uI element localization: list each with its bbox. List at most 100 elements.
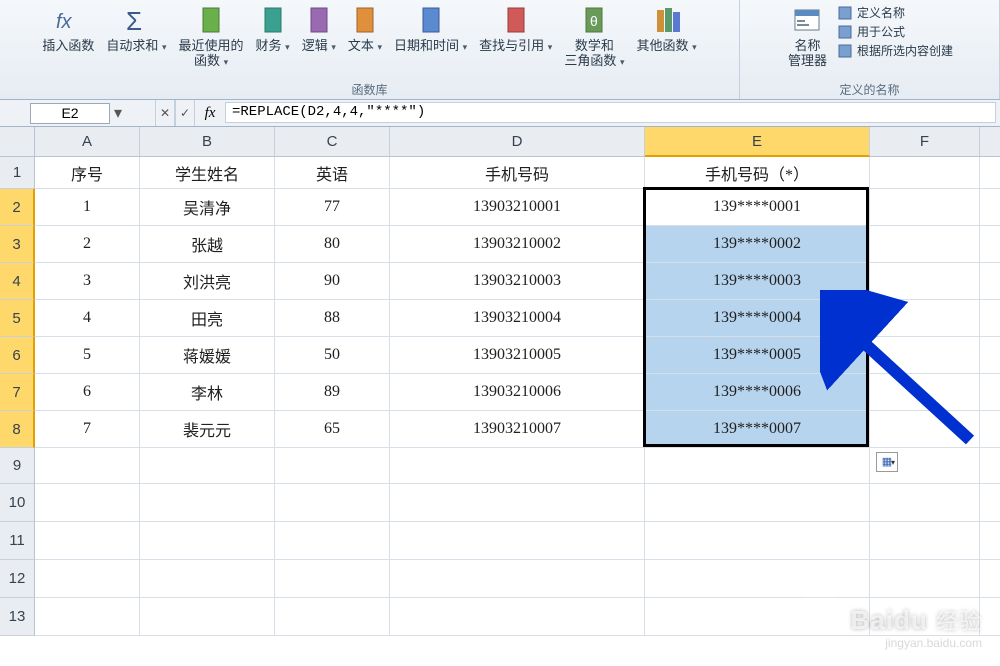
row-header-2[interactable]: 2	[0, 189, 35, 226]
recent-button[interactable]: 最近使用的 函数 ▾	[173, 2, 250, 81]
row-header-5[interactable]: 5	[0, 300, 35, 337]
cell-F2[interactable]	[870, 189, 980, 226]
cell-E4[interactable]: 139****0003	[645, 263, 870, 300]
cell-G9[interactable]	[980, 448, 1000, 484]
insert-fn-button[interactable]: fx插入函数	[36, 2, 100, 81]
create-from-sel-button[interactable]: 根据所选内容创建	[837, 42, 953, 59]
cell-C13[interactable]	[275, 598, 390, 636]
col-header-D[interactable]: D	[390, 127, 645, 157]
cell-B12[interactable]	[140, 560, 275, 598]
cell-B2[interactable]: 吴清净	[140, 189, 275, 226]
cell-E9[interactable]	[645, 448, 870, 484]
cell-B7[interactable]: 李林	[140, 374, 275, 411]
define-name-button[interactable]: 定义名称	[837, 4, 953, 21]
cell-A2[interactable]: 1	[35, 189, 140, 226]
name-manager-button[interactable]: 名称 管理器	[782, 2, 833, 81]
more-button[interactable]: 其他函数 ▾	[630, 2, 702, 81]
cell-G4[interactable]	[980, 263, 1000, 300]
select-all-corner[interactable]	[0, 127, 35, 157]
cell-E6[interactable]: 139****0005	[645, 337, 870, 374]
row-header-12[interactable]: 12	[0, 560, 35, 598]
cell-E10[interactable]	[645, 484, 870, 522]
cell-C2[interactable]: 77	[275, 189, 390, 226]
cell-C10[interactable]	[275, 484, 390, 522]
cell-G2[interactable]	[980, 189, 1000, 226]
cell-A12[interactable]	[35, 560, 140, 598]
cell-C12[interactable]	[275, 560, 390, 598]
cell-G7[interactable]	[980, 374, 1000, 411]
cell-A3[interactable]: 2	[35, 226, 140, 263]
row-header-4[interactable]: 4	[0, 263, 35, 300]
row-header-8[interactable]: 8	[0, 411, 35, 448]
cell-A10[interactable]	[35, 484, 140, 522]
cell-C1[interactable]: 英语	[275, 157, 390, 189]
cell-C9[interactable]	[275, 448, 390, 484]
cell-B8[interactable]: 裴元元	[140, 411, 275, 448]
cell-G8[interactable]	[980, 411, 1000, 448]
cell-B4[interactable]: 刘洪亮	[140, 263, 275, 300]
logical-button[interactable]: 逻辑 ▾	[296, 2, 342, 81]
cell-F4[interactable]	[870, 263, 980, 300]
cell-C7[interactable]: 89	[275, 374, 390, 411]
cell-A7[interactable]: 6	[35, 374, 140, 411]
row-header-1[interactable]: 1	[0, 157, 35, 189]
cell-F7[interactable]	[870, 374, 980, 411]
cell-E7[interactable]: 139****0006	[645, 374, 870, 411]
cell-B1[interactable]: 学生姓名	[140, 157, 275, 189]
row-header-9[interactable]: 9	[0, 448, 35, 484]
autofill-options-button[interactable]: ▦	[876, 452, 898, 472]
cell-F5[interactable]	[870, 300, 980, 337]
cell-B11[interactable]	[140, 522, 275, 560]
autosum-button[interactable]: Σ自动求和 ▾	[100, 2, 172, 81]
cell-C4[interactable]: 90	[275, 263, 390, 300]
cell-D7[interactable]: 13903210006	[390, 374, 645, 411]
cell-G1[interactable]	[980, 157, 1000, 189]
cell-A8[interactable]: 7	[35, 411, 140, 448]
cell-C6[interactable]: 50	[275, 337, 390, 374]
cell-E2[interactable]: 139****0001	[645, 189, 870, 226]
text-button[interactable]: 文本 ▾	[342, 2, 388, 81]
row-header-10[interactable]: 10	[0, 484, 35, 522]
enter-formula-button[interactable]: ✓	[175, 100, 195, 126]
cell-F3[interactable]	[870, 226, 980, 263]
cell-B5[interactable]: 田亮	[140, 300, 275, 337]
cell-E3[interactable]: 139****0002	[645, 226, 870, 263]
col-header-E[interactable]: E	[645, 127, 870, 157]
row-header-7[interactable]: 7	[0, 374, 35, 411]
cell-C5[interactable]: 88	[275, 300, 390, 337]
cell-A11[interactable]	[35, 522, 140, 560]
cell-F10[interactable]	[870, 484, 980, 522]
cell-D2[interactable]: 13903210001	[390, 189, 645, 226]
cell-D3[interactable]: 13903210002	[390, 226, 645, 263]
cell-D11[interactable]	[390, 522, 645, 560]
cell-E1[interactable]: 手机号码（*）	[645, 157, 870, 189]
row-header-6[interactable]: 6	[0, 337, 35, 374]
cell-F12[interactable]	[870, 560, 980, 598]
financial-button[interactable]: 财务 ▾	[250, 2, 296, 81]
cell-G11[interactable]	[980, 522, 1000, 560]
cell-E11[interactable]	[645, 522, 870, 560]
cell-F11[interactable]	[870, 522, 980, 560]
cell-D8[interactable]: 13903210007	[390, 411, 645, 448]
cell-B6[interactable]: 蒋媛媛	[140, 337, 275, 374]
cell-F6[interactable]	[870, 337, 980, 374]
cell-B13[interactable]	[140, 598, 275, 636]
cell-D1[interactable]: 手机号码	[390, 157, 645, 189]
formula-input[interactable]: =REPLACE(D2,4,4,"****")	[225, 102, 996, 123]
cell-D13[interactable]	[390, 598, 645, 636]
col-header-C[interactable]: C	[275, 127, 390, 157]
name-box[interactable]: E2	[30, 103, 110, 124]
cell-G10[interactable]	[980, 484, 1000, 522]
cell-B9[interactable]	[140, 448, 275, 484]
cell-B10[interactable]	[140, 484, 275, 522]
cell-A5[interactable]: 4	[35, 300, 140, 337]
cell-A1[interactable]: 序号	[35, 157, 140, 189]
cell-G3[interactable]	[980, 226, 1000, 263]
cell-D10[interactable]	[390, 484, 645, 522]
cell-C11[interactable]	[275, 522, 390, 560]
cell-G12[interactable]	[980, 560, 1000, 598]
math-button[interactable]: θ数学和 三角函数 ▾	[558, 2, 630, 81]
cell-C8[interactable]: 65	[275, 411, 390, 448]
cancel-formula-button[interactable]: ✕	[155, 100, 175, 126]
cell-A9[interactable]	[35, 448, 140, 484]
